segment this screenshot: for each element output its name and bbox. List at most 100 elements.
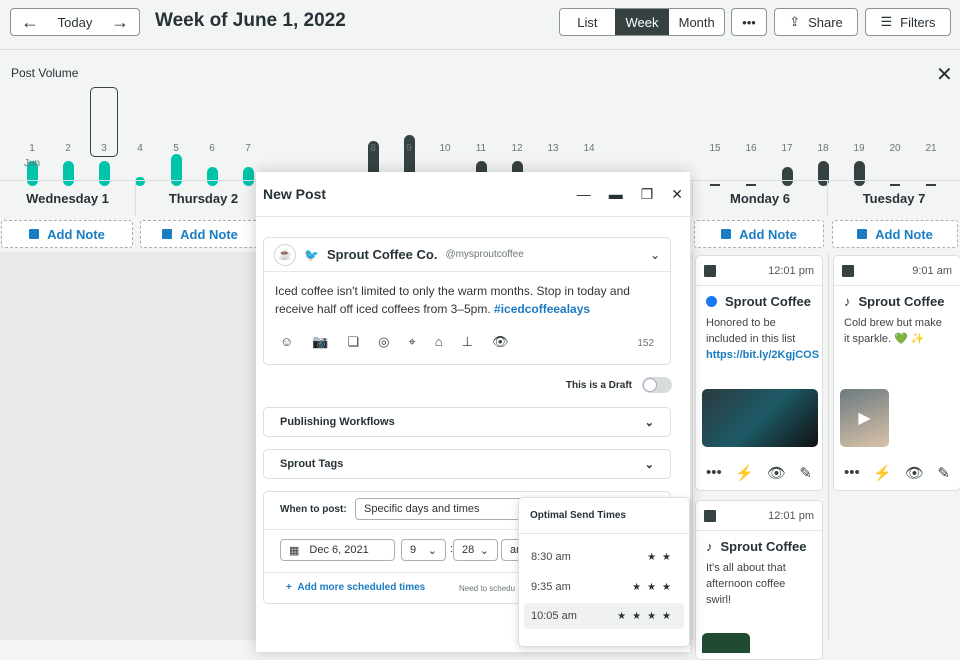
add-times-link[interactable]: + Add more scheduled times	[286, 582, 425, 593]
publishing-workflows-accordion[interactable]: Publishing Workflows ⌄	[263, 407, 671, 437]
chart-tick-label: 11	[475, 143, 487, 154]
tab-month[interactable]: Month	[669, 9, 724, 35]
chart-tick-label: 9	[406, 143, 412, 154]
chevron-down-icon: ⌄	[644, 458, 654, 471]
camera-icon[interactable]: 📷	[312, 334, 328, 350]
option-time: 8:30 am	[531, 551, 571, 563]
pencil-icon[interactable]: ✎	[937, 464, 950, 482]
post-link[interactable]: https://bit.ly/2KgjCOS	[706, 349, 819, 361]
arrow-right-icon[interactable]: →	[111, 12, 129, 33]
add-note-button[interactable]: Add Note	[140, 220, 260, 248]
modal-title: New Post	[263, 186, 327, 202]
share-button[interactable]: ⇪ Share	[774, 8, 858, 36]
column-header: Monday 6	[692, 181, 828, 216]
tiktok-icon: ♪	[706, 539, 713, 554]
star-rating: ★★★★	[617, 610, 677, 622]
facebook-icon	[706, 296, 717, 307]
chart-tick-label: 5	[173, 143, 179, 154]
add-note-button[interactable]: Add Note	[694, 220, 824, 248]
accordion-label: Sprout Tags	[280, 458, 344, 470]
note-icon	[857, 229, 868, 239]
column-header: Thursday 2	[136, 181, 272, 216]
eye-icon[interactable]: 👁	[905, 464, 924, 482]
eye-icon[interactable]: 👁	[767, 464, 786, 482]
chart-tick-label: 20	[889, 143, 901, 154]
post-profile: Sprout Coffee	[720, 539, 807, 554]
post-card[interactable]: 12:01 pm Sprout Coffee Honored to be inc…	[695, 255, 823, 491]
gallery-icon[interactable]: ❏	[347, 334, 359, 350]
draft-toggle[interactable]	[642, 377, 672, 393]
chart-tick-label: 21	[925, 143, 937, 154]
add-times-label: Add more scheduled times	[297, 582, 426, 593]
date-nav: ← Today →	[10, 8, 140, 36]
draft-label: This is a Draft	[565, 379, 632, 391]
stamp-icon[interactable]: ⊥	[462, 334, 473, 350]
chart-tick-label: 2	[65, 143, 71, 154]
column-header: Wednesday 1	[0, 181, 136, 216]
chart-tick-label: 15	[709, 143, 721, 154]
pencil-icon[interactable]: ✎	[799, 464, 812, 482]
post-card[interactable]: 9:01 am ♪ Sprout Coffee Cold brew but mak…	[833, 255, 960, 491]
more-icon[interactable]: •••	[706, 464, 722, 482]
boost-icon[interactable]: ⚡	[873, 464, 892, 482]
play-icon[interactable]: ▶	[858, 408, 870, 428]
more-icon[interactable]: •••	[844, 464, 860, 482]
post-card[interactable]: 12:01 pm ♪ Sprout Coffee It's all about t…	[695, 500, 823, 660]
message-input[interactable]: Iced coffee isn't limited to only the wa…	[264, 272, 670, 328]
chart-title: Post Volume	[11, 66, 79, 80]
close-icon[interactable]: ✕	[936, 62, 953, 87]
twitter-icon: 🐦	[304, 247, 319, 262]
post-image	[702, 633, 750, 653]
chart-tick-label: 12	[511, 143, 523, 154]
sliders-icon: ☰	[880, 14, 893, 29]
filters-button[interactable]: ☰ Filters	[865, 8, 951, 36]
target-icon[interactable]: ◎	[378, 334, 389, 350]
chart-tick-label: 16	[745, 143, 757, 154]
close-icon[interactable]: ✕	[671, 186, 683, 203]
calendar-icon: ▦	[289, 544, 300, 557]
compose-box: ☕ 🐦 Sprout Coffee Co. @mysproutcoffee ⌄ …	[263, 237, 671, 365]
note-icon	[29, 229, 40, 239]
post-time: 12:01 pm	[768, 509, 814, 522]
hour-select[interactable]: 9 ⌄	[401, 539, 446, 561]
boost-icon[interactable]: ⚡	[735, 464, 754, 482]
post-text: It's all about that afternoon coffee swi…	[706, 562, 786, 606]
page-title: Week of June 1, 2022	[155, 10, 346, 31]
emoji-icon[interactable]: ☺	[280, 334, 293, 350]
dock-icon[interactable]: ▬	[609, 186, 623, 203]
arrow-left-icon[interactable]: ←	[21, 12, 39, 33]
note-icon	[162, 229, 173, 239]
date-picker[interactable]: ▦ Dec 6, 2021	[280, 539, 395, 561]
send-time-option[interactable]: 10:05 am ★★★★	[524, 603, 684, 629]
preview-icon[interactable]: 👁	[492, 334, 509, 350]
chevron-down-icon[interactable]: ⌄	[650, 248, 660, 262]
minute-select[interactable]: 28 ⌄	[453, 539, 498, 561]
chart-tick-label: 19	[853, 143, 865, 154]
share-label: Share	[808, 14, 843, 30]
sprout-tags-accordion[interactable]: Sprout Tags ⌄	[263, 449, 671, 479]
location-icon[interactable]: ⌖	[408, 334, 415, 350]
tab-week[interactable]: Week	[614, 9, 670, 35]
add-note-button[interactable]: Add Note	[832, 220, 958, 248]
send-time-option[interactable]: 8:30 am ★★	[524, 544, 684, 570]
post-time: 9:01 am	[912, 264, 952, 277]
add-note-button[interactable]: Add Note	[1, 220, 133, 248]
char-count: 152	[637, 338, 654, 349]
tiktok-icon: ♪	[844, 294, 851, 309]
today-button[interactable]: Today	[58, 15, 93, 30]
help-text: Need to schedu	[459, 584, 516, 593]
calendar-icon	[842, 264, 854, 277]
tab-list[interactable]: List	[560, 9, 615, 35]
column-body	[0, 252, 256, 640]
divider	[828, 252, 829, 640]
date-value: Dec 6, 2021	[309, 544, 369, 556]
chart-tick-label: 18	[817, 143, 829, 154]
send-time-option[interactable]: 9:35 am ★★★	[524, 574, 684, 600]
more-button[interactable]: •••	[731, 8, 767, 36]
popout-icon[interactable]: ❐	[641, 186, 654, 203]
note-icon	[721, 229, 732, 239]
minimize-icon[interactable]: —	[577, 186, 591, 203]
tag-icon[interactable]: ⌂	[435, 334, 443, 350]
top-toolbar: ← Today → Week of June 1, 2022 List Week…	[0, 0, 960, 50]
star-rating: ★★	[647, 551, 677, 563]
